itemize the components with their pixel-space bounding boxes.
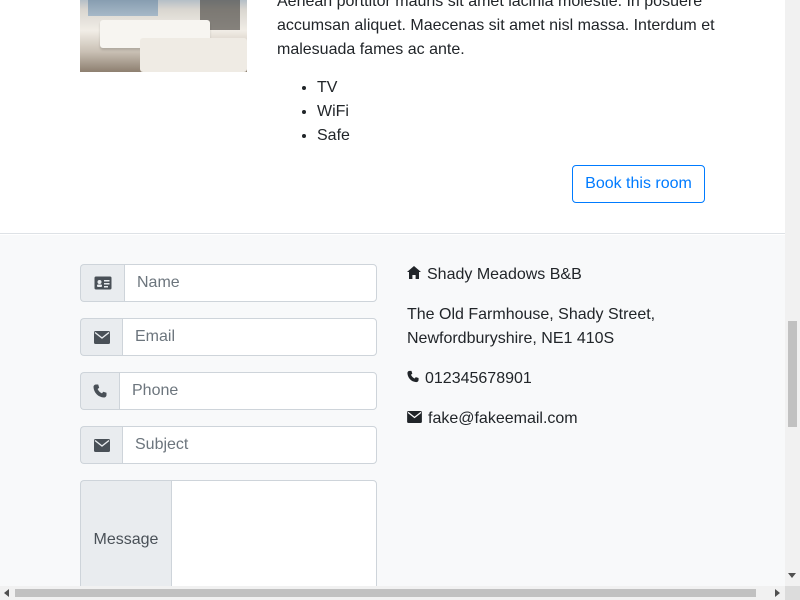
phone-row: 012345678901 [407,367,532,391]
email-input[interactable] [122,318,377,356]
book-room-button[interactable]: Book this room [572,165,705,203]
id-card-icon [80,264,124,302]
horizontal-scrollbar[interactable] [0,586,785,600]
email-input-group [80,318,377,356]
scroll-left-arrow-icon[interactable] [4,589,9,597]
amenity-item: TV [317,76,350,100]
vertical-scrollbar[interactable] [785,0,800,586]
phone-icon [80,372,119,410]
room-image [80,0,247,72]
home-icon [407,263,427,287]
amenity-item: WiFi [317,100,350,124]
phone-icon [407,367,425,391]
contact-email: fake@fakeemail.com [428,410,578,427]
address-line-2: Newfordburyshire, NE1 410S [407,330,615,347]
vertical-scroll-thumb[interactable] [788,321,797,427]
scrollbar-corner [785,586,800,600]
message-textarea[interactable] [171,480,377,600]
horizontal-scroll-thumb[interactable] [15,589,756,597]
phone-input-group [80,372,377,410]
business-name-row: Shady Meadows B&B [407,263,582,287]
email-row: fake@fakeemail.com [407,407,578,431]
amenity-item: Safe [317,124,350,148]
contact-phone: 012345678901 [425,370,532,387]
envelope-icon [407,407,428,431]
envelope-icon [80,426,122,464]
scroll-right-arrow-icon[interactable] [775,589,780,597]
subject-input-group [80,426,377,464]
room-description: Aenean porttitor mauris sit amet lacinia… [277,0,715,58]
business-name: Shady Meadows B&B [427,266,582,283]
message-input-group: Message [80,480,377,600]
envelope-icon [80,318,122,356]
amenities-list: TV WiFi Safe [317,76,350,148]
address-line-1: The Old Farmhouse, Shady Street, [407,306,656,323]
phone-input[interactable] [119,372,377,410]
name-input[interactable] [124,264,377,302]
message-label: Message [80,480,171,600]
subject-input[interactable] [122,426,377,464]
scroll-down-arrow-icon[interactable] [788,573,796,578]
name-input-group [80,264,377,302]
room-section: Aenean porttitor mauris sit amet lacinia… [0,0,785,234]
